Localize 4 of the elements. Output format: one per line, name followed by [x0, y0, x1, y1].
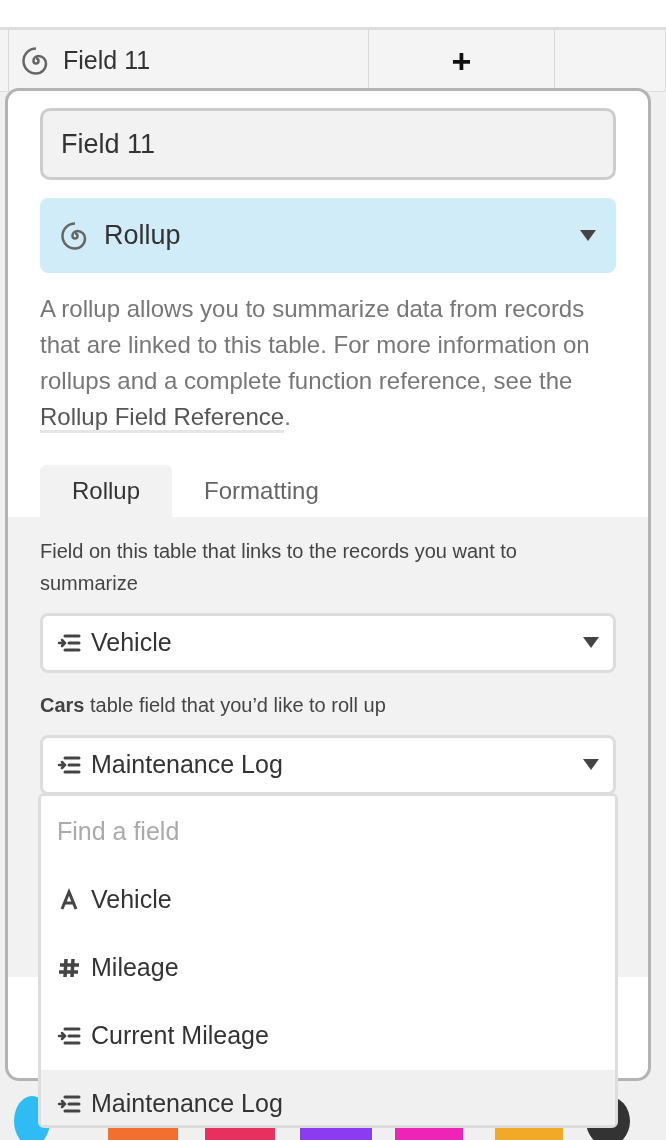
description-text: A rollup allows you to summarize data from records that are linked to this table. For more information on rollups and a complete function reference, see the Rollup Field Reference. — [40, 291, 616, 435]
field-label: Cars table field that you’d like to roll up — [40, 693, 387, 718]
field-label: Field on this table that links to the records you want to summarize — [40, 539, 518, 596]
column-header: Field 11 — [63, 44, 151, 76]
